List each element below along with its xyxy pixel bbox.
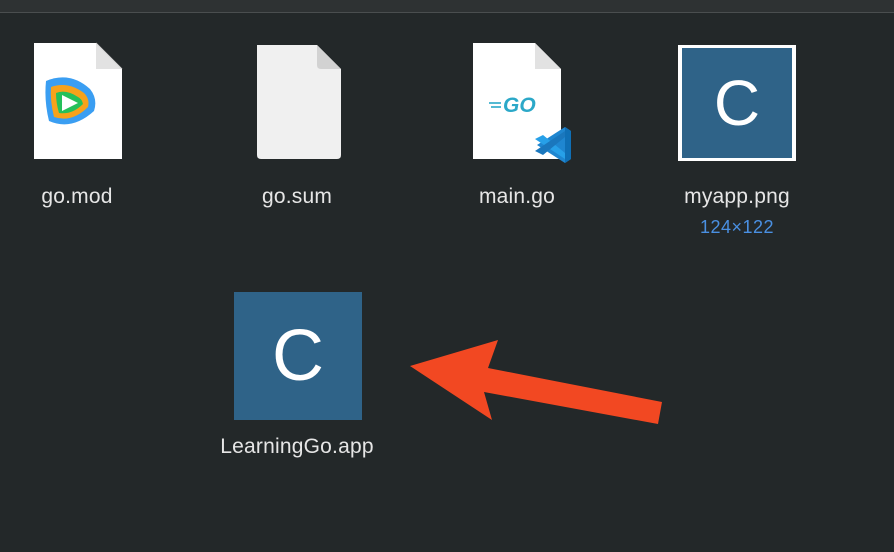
- go-source-vscode-document-icon: GO: [473, 43, 571, 163]
- finder-window: go.mod go.sum GO main.go C myapp.png 124…: [0, 0, 894, 552]
- thumbnail-letter: C: [682, 48, 792, 158]
- application-icon: C: [234, 292, 362, 420]
- file-label: main.go: [478, 185, 556, 208]
- blank-document-icon: [257, 45, 341, 159]
- file-label: go.sum: [261, 185, 333, 208]
- file-item-go-mod[interactable]: go.mod: [0, 40, 167, 220]
- go-logo-text: GO: [503, 94, 536, 117]
- image-thumbnail-icon: C: [678, 45, 796, 161]
- file-item-myapp-png[interactable]: C myapp.png 124×122: [647, 40, 827, 240]
- tencent-video-document-icon: [34, 42, 123, 159]
- file-item-go-sum[interactable]: go.sum: [207, 40, 387, 220]
- file-item-learninggo-app[interactable]: C LearningGo.app: [207, 290, 387, 470]
- file-label: go.mod: [41, 185, 113, 208]
- file-label: LearningGo.app: [220, 435, 374, 458]
- file-label: myapp.png: [684, 185, 790, 208]
- image-dimensions: 124×122: [699, 217, 775, 237]
- file-item-main-go[interactable]: GO main.go: [427, 40, 607, 220]
- annotation-arrow-icon: [410, 340, 662, 424]
- window-top-edge: [0, 0, 894, 13]
